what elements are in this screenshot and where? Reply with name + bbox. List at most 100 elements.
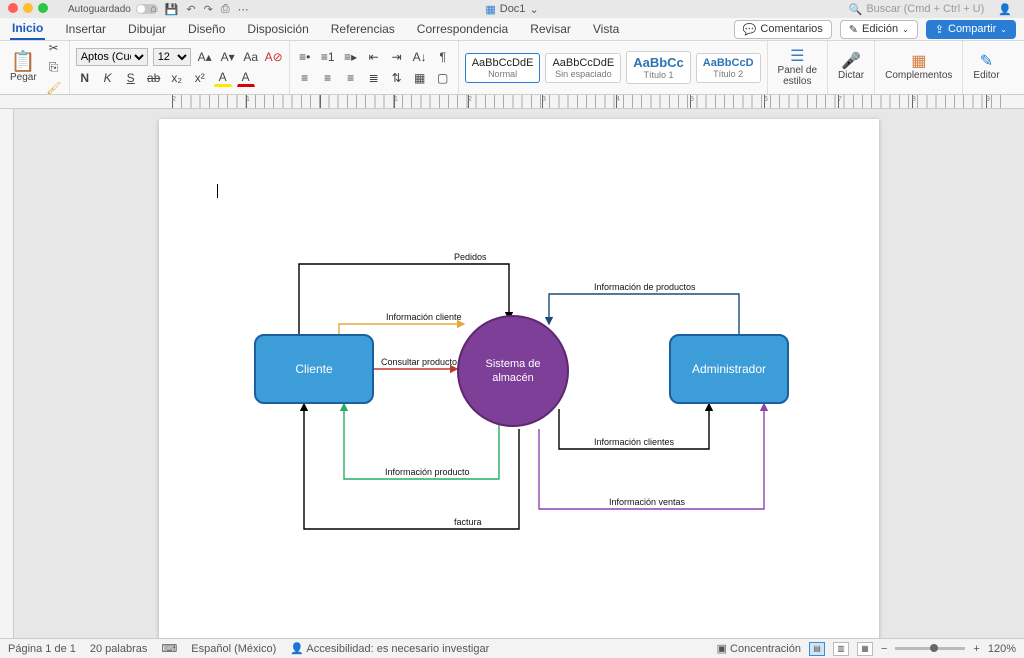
editing-button[interactable]: ✎Edición⌄ (840, 20, 918, 39)
addins-button[interactable]: ▦ Complementos (881, 52, 956, 83)
minimize-icon[interactable] (23, 3, 33, 13)
status-accessibility[interactable]: 👤 Accesibilidad: es necesario investigar (290, 642, 489, 655)
comments-button[interactable]: 💬Comentarios (734, 20, 832, 39)
change-case-icon[interactable]: Aa (242, 48, 260, 66)
align-right-icon[interactable]: ≡ (342, 69, 360, 87)
chevron-down-icon[interactable]: ⌄ (529, 3, 538, 16)
underline-button[interactable]: S (122, 69, 140, 87)
flow-label-consultar: Consultar producto (381, 357, 457, 367)
style-normal[interactable]: AaBbCcDdENormal (465, 53, 541, 83)
strike-button[interactable]: ab (145, 69, 163, 87)
tab-insertar[interactable]: Insertar (63, 19, 108, 39)
vertical-ruler[interactable] (0, 109, 14, 638)
process-sistema-almacen[interactable]: Sistema de almacén (457, 315, 569, 427)
bullets-icon[interactable]: ≡• (296, 48, 314, 66)
print-icon[interactable]: ⎙ (221, 3, 230, 16)
close-icon[interactable] (8, 3, 18, 13)
borders-icon[interactable]: ▢ (434, 69, 452, 87)
status-dict-icon[interactable]: ⌨ (161, 642, 177, 655)
font-size-select[interactable]: 12 (153, 48, 191, 66)
text-cursor (217, 184, 218, 198)
focus-mode-button[interactable]: ▣Concentración (717, 642, 801, 655)
tab-dibujar[interactable]: Dibujar (126, 19, 168, 39)
addin-icon: ▦ (911, 54, 926, 70)
zoom-value[interactable]: 120% (988, 643, 1016, 655)
shading-icon[interactable]: ▦ (411, 69, 429, 87)
clipboard-icon: 📋 (11, 52, 36, 72)
align-left-icon[interactable]: ≡ (296, 69, 314, 87)
font-color-button[interactable]: A (237, 69, 255, 87)
status-page[interactable]: Página 1 de 1 (8, 643, 76, 655)
status-language[interactable]: Español (México) (191, 643, 276, 655)
horizontal-ruler[interactable]: 21123456789101112131415161718 (0, 95, 1024, 109)
show-marks-icon[interactable]: ¶ (434, 48, 452, 66)
status-bar: Página 1 de 1 20 palabras ⌨ Español (Méx… (0, 638, 1024, 658)
document-title[interactable]: ▦ Doc1 ⌄ (485, 3, 538, 16)
sort-icon[interactable]: A↓ (411, 48, 429, 66)
editor-button[interactable]: ✎ Editor (969, 52, 1003, 83)
save-icon[interactable]: 💾 (165, 3, 179, 16)
shrink-font-icon[interactable]: A▾ (219, 48, 237, 66)
user-icon[interactable]: 👤 (998, 3, 1012, 16)
multilevel-icon[interactable]: ≡▸ (342, 48, 360, 66)
search-field[interactable]: 🔍 Buscar (Cmd + Ctrl + U) 👤 (849, 3, 1012, 16)
zoom-slider[interactable] (895, 647, 965, 650)
styles-pane-button[interactable]: ☰ Panel de estilos (774, 47, 821, 89)
style-heading2[interactable]: AaBbCcDTítulo 2 (696, 53, 761, 83)
chevron-down-icon: ⌄ (1000, 25, 1007, 34)
redo-icon[interactable]: ↷ (204, 3, 213, 16)
justify-icon[interactable]: ≣ (365, 69, 383, 87)
align-center-icon[interactable]: ≡ (319, 69, 337, 87)
line-spacing-icon[interactable]: ⇅ (388, 69, 406, 87)
outline-view[interactable]: ▦ (857, 642, 873, 656)
tab-vista[interactable]: Vista (591, 19, 621, 39)
tab-correspondencia[interactable]: Correspondencia (415, 19, 510, 39)
format-painter-icon[interactable]: 🖌 (45, 79, 63, 97)
style-heading1[interactable]: AaBbCcTítulo 1 (626, 51, 691, 84)
italic-button[interactable]: K (99, 69, 117, 87)
style-no-spacing[interactable]: AaBbCcDdESin espaciado (545, 53, 621, 83)
pane-icon: ☰ (790, 49, 804, 65)
clear-format-icon[interactable]: A⊘ (265, 48, 283, 66)
outdent-icon[interactable]: ⇤ (365, 48, 383, 66)
tab-diseno[interactable]: Diseño (186, 19, 227, 39)
subscript-button[interactable]: x₂ (168, 69, 186, 87)
highlight-button[interactable]: A (214, 69, 232, 87)
grow-font-icon[interactable]: A▴ (196, 48, 214, 66)
maximize-icon[interactable] (38, 3, 48, 13)
indent-icon[interactable]: ⇥ (388, 48, 406, 66)
search-icon: 🔍 (849, 3, 863, 16)
cut-icon[interactable]: ✂ (45, 39, 63, 57)
zoom-out-button[interactable]: − (881, 643, 887, 655)
undo-icon[interactable]: ↶ (186, 3, 195, 16)
quick-access-toolbar: ⌂ 💾 ↶ ↷ ⎙ ⋯ (150, 3, 249, 16)
document-page[interactable]: Cliente Sistema de almacén Administrador… (159, 119, 879, 638)
print-layout-view[interactable]: ▤ (809, 642, 825, 656)
paste-button[interactable]: 📋 Pegar (6, 39, 41, 97)
entity-cliente[interactable]: Cliente (254, 334, 374, 404)
home-icon[interactable]: ⌂ (150, 3, 157, 16)
share-button[interactable]: ⇪Compartir⌄ (926, 20, 1016, 39)
numbering-icon[interactable]: ≡1 (319, 48, 337, 66)
status-words[interactable]: 20 palabras (90, 643, 148, 655)
bold-button[interactable]: N (76, 69, 94, 87)
tab-disposicion[interactable]: Disposición (245, 19, 310, 39)
zoom-in-button[interactable]: + (973, 643, 979, 655)
tab-referencias[interactable]: Referencias (329, 19, 397, 39)
window-controls[interactable] (8, 3, 48, 13)
document-workspace[interactable]: Cliente Sistema de almacén Administrador… (14, 109, 1024, 638)
entity-administrador[interactable]: Administrador (669, 334, 789, 404)
font-family-select[interactable]: Aptos (Cue… (76, 48, 148, 66)
copy-icon[interactable]: ⎘ (45, 59, 63, 77)
ribbon-tabs: Inicio Insertar Dibujar Diseño Disposici… (0, 18, 1024, 41)
tab-inicio[interactable]: Inicio (10, 18, 45, 40)
superscript-button[interactable]: x² (191, 69, 209, 87)
more-icon[interactable]: ⋯ (238, 3, 249, 16)
dictate-button[interactable]: 🎤 Dictar (834, 52, 868, 83)
tab-revisar[interactable]: Revisar (528, 19, 573, 39)
context-diagram: Cliente Sistema de almacén Administrador… (209, 249, 829, 559)
autosave-toggle[interactable]: Autoguardado (68, 4, 158, 15)
web-layout-view[interactable]: ▥ (833, 642, 849, 656)
flow-label-info-cliente: Información cliente (386, 312, 462, 322)
styles-group: AaBbCcDdENormal AaBbCcDdESin espaciado A… (459, 41, 768, 94)
